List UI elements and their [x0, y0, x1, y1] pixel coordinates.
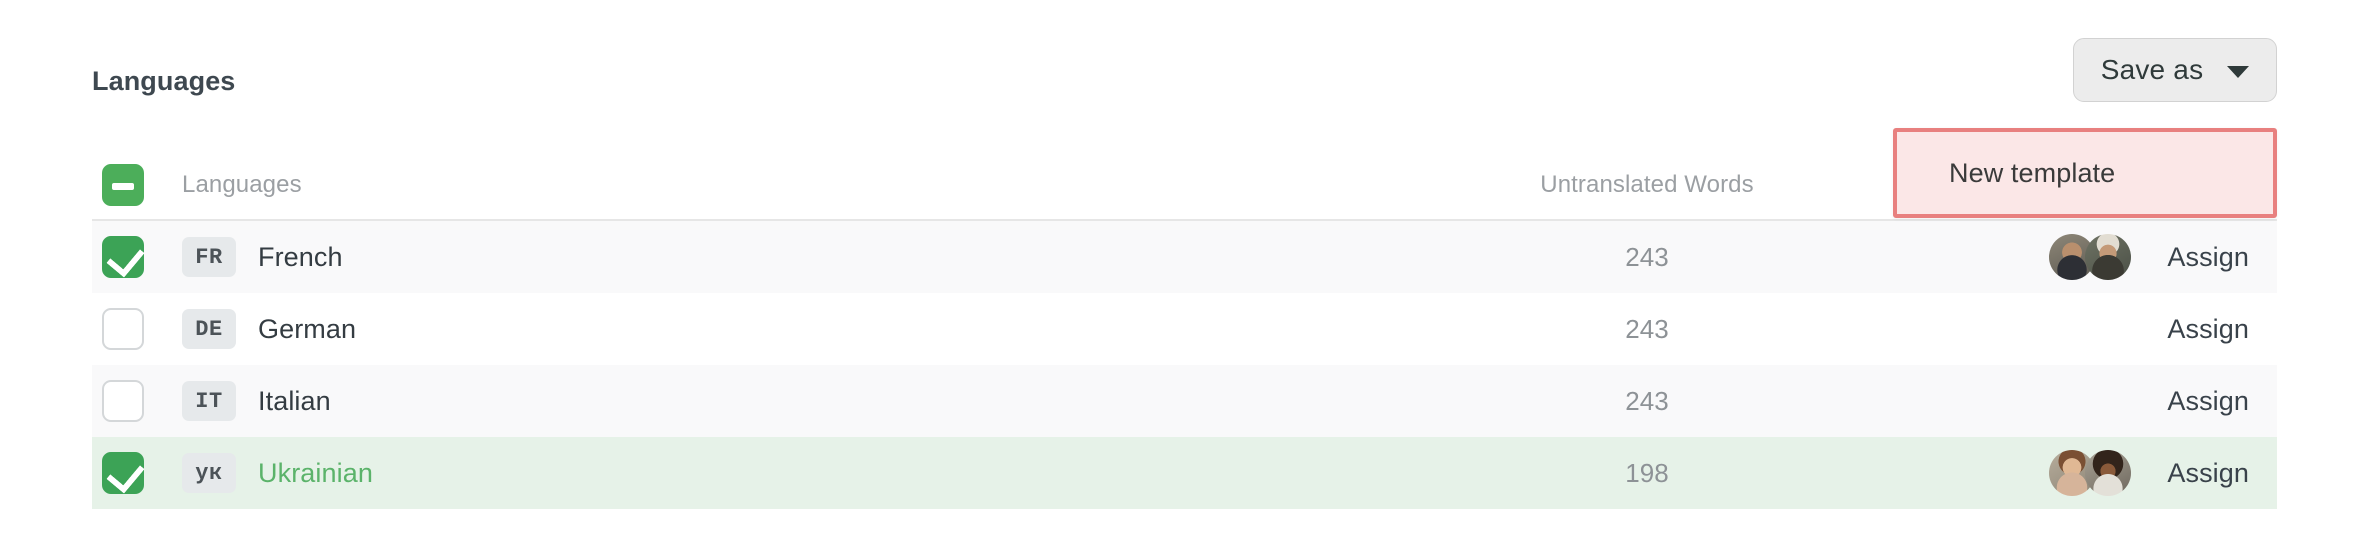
row-checkbox-cell	[92, 380, 182, 422]
column-header-languages-cell: Languages	[182, 171, 1437, 199]
language-name: Ukrainian	[258, 457, 373, 488]
save-as-dropdown-menu: New template	[1893, 128, 2277, 218]
language-code-badge: ук	[182, 453, 236, 493]
language-name: Italian	[258, 385, 331, 416]
assign-cell: Assign	[1857, 386, 2277, 417]
untranslated-words-value: 243	[1625, 385, 1669, 416]
assign-button[interactable]: Assign	[2167, 386, 2249, 417]
assignee-avatars[interactable]	[2049, 234, 2132, 280]
table-row[interactable]: ук Ukrainian 198 Assign	[92, 437, 2277, 509]
assign-cell: Assign	[1857, 314, 2277, 345]
row-checkbox-cell	[92, 452, 182, 494]
untranslated-words-value: 243	[1625, 241, 1669, 272]
table-row[interactable]: DE German 243 Assign	[92, 293, 2277, 365]
panel-header: Languages	[92, 58, 2277, 114]
assign-cell: Assign	[1857, 234, 2277, 280]
save-as-label: Save as	[2100, 54, 2204, 85]
language-name: German	[258, 313, 357, 344]
row-checkbox-french[interactable]	[102, 236, 144, 278]
table-row[interactable]: FR French 243 Assign	[92, 221, 2277, 293]
language-code-badge: IT	[182, 381, 236, 421]
language-code-badge: DE	[182, 309, 236, 349]
row-checkbox-italian[interactable]	[102, 380, 144, 422]
language-code-badge: FR	[182, 237, 236, 277]
table-row[interactable]: IT Italian 243 Assign	[92, 365, 2277, 437]
languages-panel-screen: Languages Save as New template Languages…	[0, 0, 2378, 560]
row-checkbox-german[interactable]	[102, 308, 144, 350]
language-cell: IT Italian	[182, 381, 1437, 421]
menu-item-new-template[interactable]: New template	[1897, 132, 2273, 214]
untranslated-words-value: 243	[1625, 313, 1669, 344]
language-cell: ук Ukrainian	[182, 453, 1437, 493]
page-title: Languages	[92, 66, 236, 96]
select-all-cell	[92, 163, 182, 206]
assignee-avatars[interactable]	[2049, 450, 2132, 496]
row-checkbox-cell	[92, 308, 182, 350]
select-all-checkbox[interactable]	[102, 163, 144, 206]
language-cell: FR French	[182, 237, 1437, 277]
untranslated-words-value: 198	[1625, 457, 1669, 488]
assign-button[interactable]: Assign	[2167, 458, 2249, 489]
avatar[interactable]	[2085, 234, 2132, 280]
column-header-untranslated-words: Untranslated Words	[1540, 170, 1754, 198]
assign-button[interactable]: Assign	[2167, 314, 2249, 345]
chevron-down-icon	[2227, 65, 2250, 78]
language-cell: DE German	[182, 309, 1437, 349]
save-as-button[interactable]: Save as	[2073, 38, 2277, 102]
assign-cell: Assign	[1857, 450, 2277, 496]
language-name: French	[258, 241, 343, 272]
row-checkbox-cell	[92, 236, 182, 278]
column-header-languages: Languages	[182, 170, 302, 198]
avatar[interactable]	[2085, 450, 2132, 496]
assign-button[interactable]: Assign	[2167, 242, 2249, 273]
row-checkbox-ukrainian[interactable]	[102, 452, 144, 494]
